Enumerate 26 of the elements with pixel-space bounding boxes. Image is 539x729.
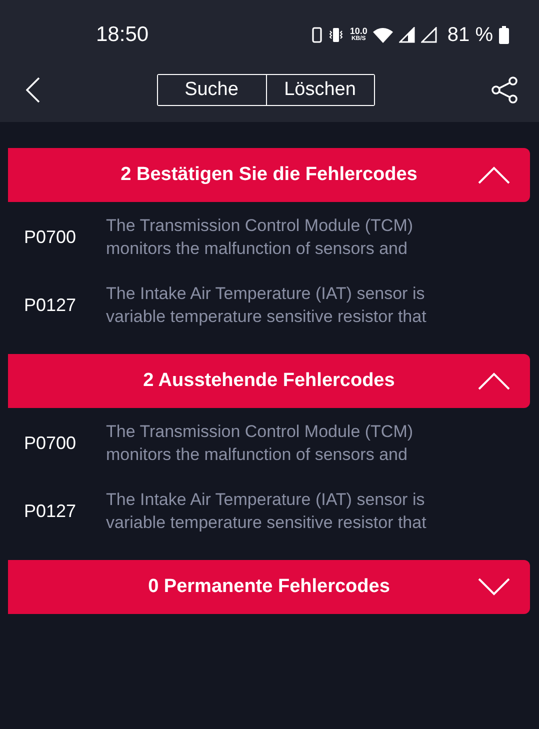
- section-header[interactable]: 2 Ausstehende Fehlercodes: [8, 354, 530, 408]
- code-label: P0127: [23, 500, 78, 522]
- section-header[interactable]: 2 Bestätigen Sie die Fehlercodes: [8, 148, 530, 202]
- clock-time: 18:50: [96, 23, 149, 47]
- signal-icon: [399, 27, 416, 43]
- back-button[interactable]: [26, 77, 40, 103]
- section-header[interactable]: 0 Permanente Fehlercodes: [8, 560, 530, 614]
- chevron-up-icon: [478, 166, 510, 184]
- battery-percent: 81 %: [447, 24, 493, 46]
- code-label: P0700: [23, 432, 78, 454]
- code-label: P0127: [23, 294, 78, 316]
- signal-icon: [421, 27, 438, 43]
- speed-value: 10.0: [350, 27, 368, 35]
- vibrate-icon: [328, 27, 344, 43]
- battery-icon: [499, 26, 509, 44]
- code-label: P0700: [23, 226, 78, 248]
- code-description: The Intake Air Temperature (IAT) sensor is variable temperature sensitive resistor that: [106, 283, 426, 328]
- wifi-icon: [373, 27, 394, 43]
- chevron-up-icon: [478, 372, 510, 390]
- share-button[interactable]: [491, 76, 519, 104]
- chevron-down-icon: [478, 578, 510, 596]
- phone-icon: [312, 27, 322, 43]
- code-description: The Transmission Control Module (TCM) monitors the malfunction of sensors and: [106, 215, 414, 260]
- code-description: The Intake Air Temperature (IAT) sensor is variable temperature sensitive resistor that: [106, 489, 426, 534]
- code-description: The Transmission Control Module (TCM) monitors the malfunction of sensors and: [106, 421, 414, 466]
- toolbar-tab[interactable]: Löschen: [266, 75, 374, 105]
